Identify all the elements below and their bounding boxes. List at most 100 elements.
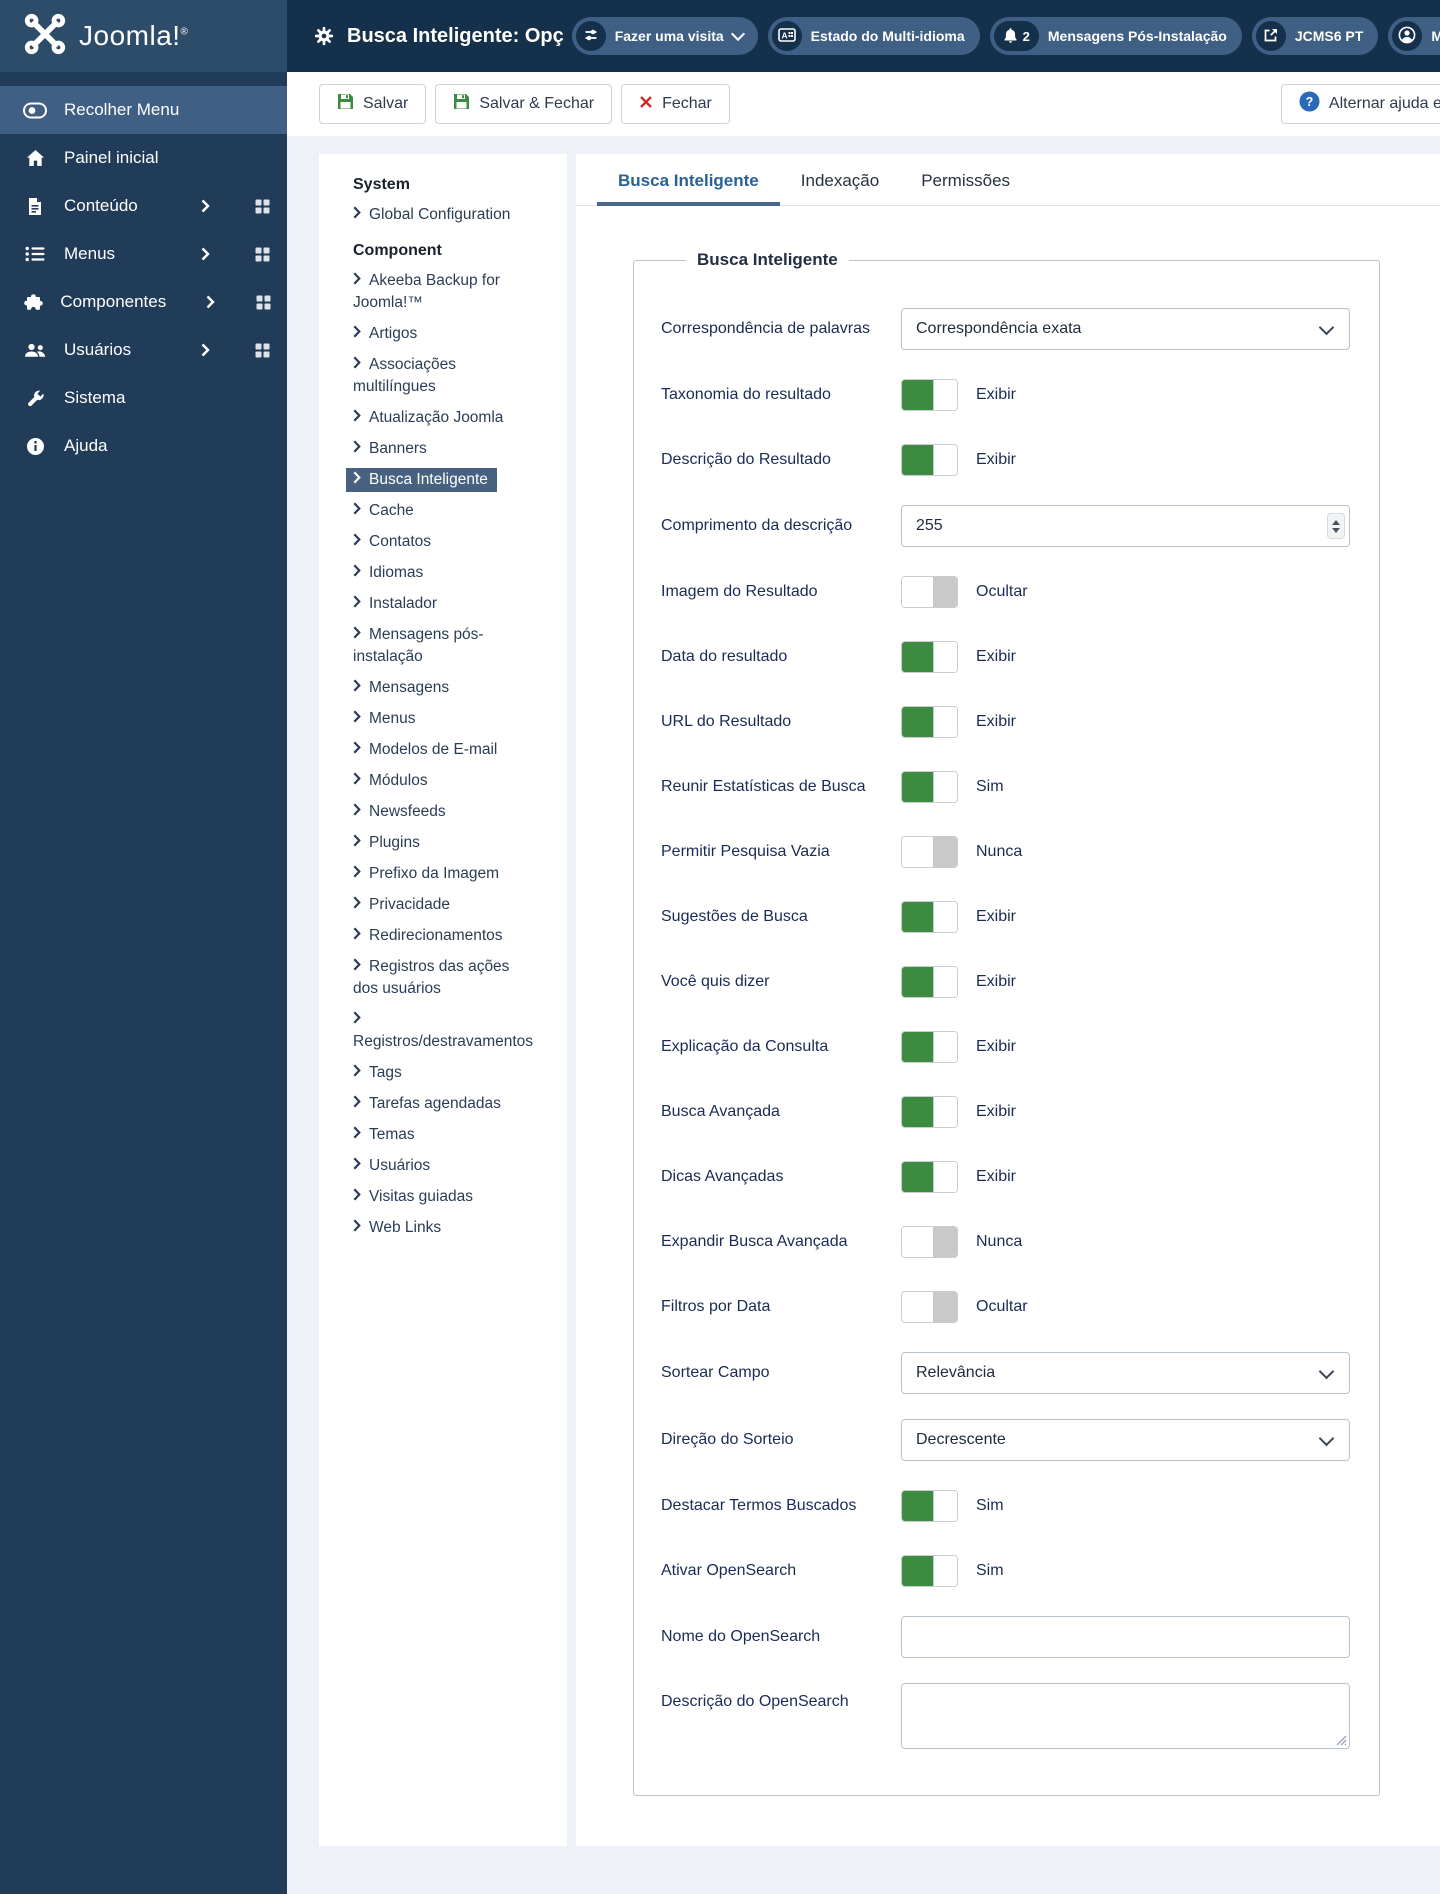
sugestoes-de-busca-toggle[interactable] bbox=[901, 901, 958, 933]
settings-nav-item-registros-das-acoes-dos-usuarios[interactable]: Registros das ações dos usuários bbox=[353, 956, 518, 1000]
settings-nav-item-web-links[interactable]: Web Links bbox=[353, 1217, 518, 1239]
bell-icon bbox=[1003, 27, 1018, 46]
url-do-resultado-toggle[interactable] bbox=[901, 706, 958, 738]
voce-quis-dizer-toggle[interactable] bbox=[901, 966, 958, 998]
chevron-right-white-icon bbox=[193, 343, 217, 357]
dashboard-grid-icon[interactable] bbox=[250, 199, 274, 214]
settings-nav-item-atualizacao-joomla[interactable]: Atualização Joomla bbox=[353, 407, 518, 429]
number-stepper[interactable] bbox=[1327, 513, 1345, 539]
nome-do-opensearch-input[interactable] bbox=[901, 1616, 1350, 1658]
settings-nav-item-modulos[interactable]: Módulos bbox=[353, 770, 518, 792]
info-icon bbox=[23, 437, 47, 456]
settings-nav-item-usuarios[interactable]: Usuários bbox=[353, 1155, 518, 1177]
settings-nav-item-contatos[interactable]: Contatos bbox=[353, 531, 518, 553]
permitir-pesquisa-vazia-toggle[interactable] bbox=[901, 836, 958, 868]
settings-nav-card: System Global Configuration Component Akeeb… bbox=[319, 154, 567, 1846]
direcao-do-sorteio-select[interactable]: Decrescente bbox=[901, 1419, 1350, 1461]
button-label: Alternar ajuda em linha bbox=[1328, 95, 1440, 112]
settings-nav-item-cache[interactable]: Cache bbox=[353, 500, 518, 522]
imagem-do-resultado-toggle[interactable] bbox=[901, 576, 958, 608]
tab-permissoes[interactable]: Permissões bbox=[900, 154, 1031, 205]
settings-nav-item-mensagens[interactable]: Mensagens bbox=[353, 677, 518, 699]
joomla-logo-icon[interactable] bbox=[24, 13, 66, 60]
sidebar-item-painel-inicial[interactable]: Painel inicial bbox=[0, 134, 287, 182]
pill-fazer-uma-visita[interactable]: Fazer uma visita bbox=[571, 17, 758, 55]
sidebar-item-sistema[interactable]: Sistema bbox=[0, 374, 287, 422]
ativar-opensearch-toggle[interactable] bbox=[901, 1555, 958, 1587]
comprimento-da-descricao-input[interactable] bbox=[901, 505, 1350, 547]
pill-estado-do-multi-idioma[interactable]: A Estado do Multi-idioma bbox=[767, 17, 980, 55]
settings-nav-item-menus[interactable]: Menus bbox=[353, 708, 518, 730]
svg-text:?: ? bbox=[1306, 95, 1314, 109]
settings-section-header: System bbox=[353, 176, 410, 193]
settings-nav-item-akeeba-backup-for-joomla[interactable]: Akeeba Backup for Joomla!™ bbox=[353, 270, 518, 314]
settings-nav-item-privacidade[interactable]: Privacidade bbox=[353, 894, 518, 916]
pill-label: Fazer uma visita bbox=[614, 28, 724, 44]
settings-nav-item-inner: Global Configuration bbox=[353, 206, 510, 223]
field-label: Sortear Campo bbox=[661, 1364, 770, 1381]
explicacao-da-consulta-toggle[interactable] bbox=[901, 1031, 958, 1063]
settings-nav-item-newsfeeds[interactable]: Newsfeeds bbox=[353, 801, 518, 823]
fechar-button[interactable]: Fechar bbox=[621, 84, 730, 124]
dashboard-grid-icon[interactable] bbox=[254, 295, 274, 310]
translate-icon: A bbox=[777, 27, 796, 46]
reunir-estatisticas-de-busca-toggle[interactable] bbox=[901, 771, 958, 803]
field-control: Exibir bbox=[901, 1096, 1350, 1128]
taxonomia-do-resultado-toggle[interactable] bbox=[901, 379, 958, 411]
toggle-track bbox=[902, 445, 933, 475]
data-do-resultado-toggle[interactable] bbox=[901, 641, 958, 673]
correspondencia-de-palavras-select[interactable]: Correspondência exata bbox=[901, 308, 1350, 350]
pill-mensagens-pos-instalacao[interactable]: 2 Mensagens Pós-Instalação bbox=[989, 17, 1242, 55]
sortear-campo-select[interactable]: Relevância bbox=[901, 1352, 1350, 1394]
alternar-ajuda-em-linha-button[interactable]: ? Alternar ajuda em linha bbox=[1280, 84, 1440, 124]
settings-nav-item-mensagens-pos-instalacao[interactable]: Mensagens pós-instalação bbox=[353, 624, 518, 668]
settings-nav-item-inner: Tarefas agendadas bbox=[353, 1095, 501, 1112]
descricao-do-opensearch-textarea[interactable] bbox=[901, 1683, 1350, 1749]
settings-nav-item-banners[interactable]: Banners bbox=[353, 438, 518, 460]
destacar-termos-buscados-toggle[interactable] bbox=[901, 1490, 958, 1522]
salvar-fechar-button[interactable]: Salvar & Fechar bbox=[435, 84, 613, 124]
settings-nav-item-tags[interactable]: Tags bbox=[353, 1062, 518, 1084]
settings-nav-item-artigos[interactable]: Artigos bbox=[353, 323, 518, 345]
tab-indexacao[interactable]: Indexação bbox=[780, 154, 900, 205]
settings-nav-item-busca-inteligente[interactable]: Busca Inteligente bbox=[346, 468, 518, 492]
pill-menu-de-usuario[interactable]: Menu de Usuário bbox=[1388, 17, 1440, 55]
sidebar-item-usuarios[interactable]: Usuários bbox=[0, 326, 287, 374]
pill-jcms6-pt[interactable]: JCMS6 PT bbox=[1251, 17, 1379, 55]
settings-nav-item-tarefas-agendadas[interactable]: Tarefas agendadas bbox=[353, 1093, 518, 1115]
settings-nav-item-inner: Idiomas bbox=[353, 564, 423, 581]
settings-nav-item-registros-destravamentos[interactable]: Registros/destravamentos bbox=[353, 1009, 533, 1053]
settings-nav-item-instalador[interactable]: Instalador bbox=[353, 593, 518, 615]
settings-nav-item-inner: Tags bbox=[353, 1064, 402, 1081]
filtros-por-data-toggle[interactable] bbox=[901, 1291, 958, 1323]
settings-nav-item-temas[interactable]: Temas bbox=[353, 1124, 518, 1146]
sidebar-item-menus[interactable]: Menus bbox=[0, 230, 287, 278]
sidebar-item-ajuda[interactable]: Ajuda bbox=[0, 422, 287, 470]
descricao-do-resultado-toggle[interactable] bbox=[901, 444, 958, 476]
settings-nav-item-label: Global Configuration bbox=[369, 206, 511, 223]
tab-busca-inteligente[interactable]: Busca Inteligente bbox=[597, 154, 780, 206]
expandir-busca-avancada-toggle[interactable] bbox=[901, 1226, 958, 1258]
settings-nav-item-idiomas[interactable]: Idiomas bbox=[353, 562, 518, 584]
field-row-data-do-resultado: Data do resultado Exibir bbox=[661, 637, 1350, 677]
dashboard-grid-icon[interactable] bbox=[250, 343, 274, 358]
salvar-button[interactable]: Salvar bbox=[319, 84, 427, 124]
sidebar-item-recolher-menu[interactable]: Recolher Menu bbox=[0, 86, 287, 134]
sidebar-item-componentes[interactable]: Componentes bbox=[0, 278, 287, 326]
field-row-descricao-do-opensearch: Descrição do OpenSearch bbox=[661, 1683, 1350, 1749]
settings-nav-item-redirecionamentos[interactable]: Redirecionamentos bbox=[353, 925, 518, 947]
stepper-down-icon bbox=[1332, 527, 1340, 533]
sidebar-item-conteudo[interactable]: Conteúdo bbox=[0, 182, 287, 230]
settings-nav-item-plugins[interactable]: Plugins bbox=[353, 832, 518, 854]
settings-nav-item-label: Busca Inteligente bbox=[369, 471, 488, 488]
busca-avancada-toggle[interactable] bbox=[901, 1096, 958, 1128]
tab-bar: Busca Inteligente Indexação Permissões bbox=[576, 154, 1440, 206]
settings-nav-item-associacoes-multilingues[interactable]: Associações multilíngues bbox=[353, 354, 518, 398]
settings-nav-item-prefixo-da-imagem[interactable]: Prefixo da Imagem bbox=[353, 863, 518, 885]
dashboard-grid-icon[interactable] bbox=[250, 247, 274, 262]
dicas-avancadas-toggle[interactable] bbox=[901, 1161, 958, 1193]
settings-nav-item-modelos-de-e-mail[interactable]: Modelos de E-mail bbox=[353, 739, 518, 761]
settings-nav-item-global-configuration[interactable]: Global Configuration bbox=[353, 204, 518, 226]
settings-nav-item-visitas-guiadas[interactable]: Visitas guiadas bbox=[353, 1186, 518, 1208]
settings-nav-item-label: Redirecionamentos bbox=[369, 927, 503, 944]
